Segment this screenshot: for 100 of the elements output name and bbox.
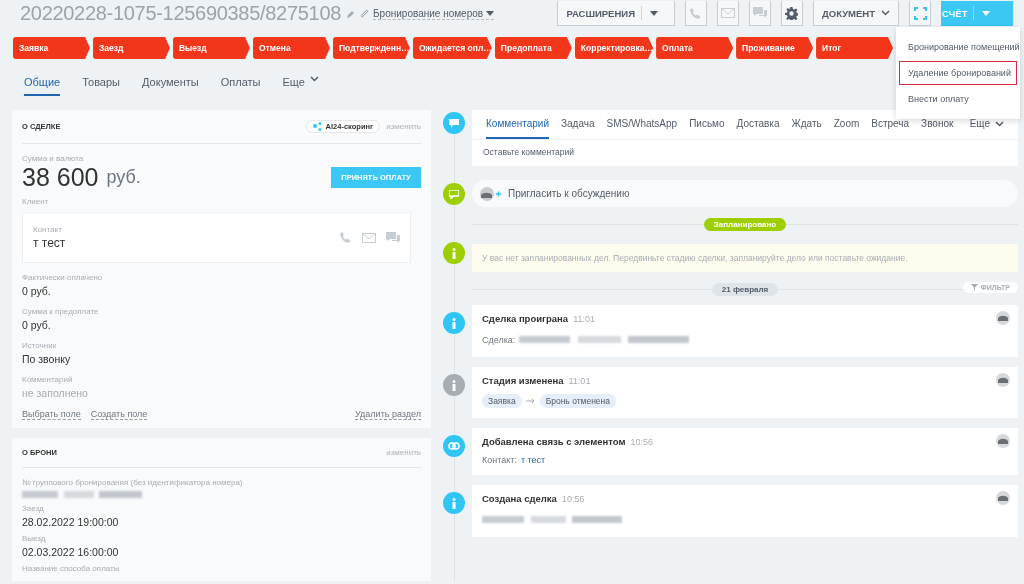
phone-icon [689,6,703,20]
field-value: 02.03.2022 16:00:00 [22,546,120,558]
chevron-icon [995,120,1004,127]
mail-icon [362,232,376,243]
menu-item[interactable]: Удаление бронирований [899,61,1017,85]
field-link[interactable]: Выбрать поле [22,409,81,420]
activity-tab[interactable]: Ждать [791,110,822,139]
activity-tab[interactable]: SMS/WhatsApp [606,110,678,139]
menu-item[interactable]: Бронирование помещений [899,35,1017,59]
arrow-icon [525,398,536,404]
delete-section-link[interactable]: Удалить раздел [355,409,421,420]
event-time: 11:01 [573,314,595,324]
activity-tab[interactable]: Zoom [833,110,860,139]
field-value: По звонку [22,353,72,365]
info-icon [443,242,465,264]
event-time: 10:56 [561,494,585,504]
contact-name[interactable]: т тест [33,236,66,250]
stage-step[interactable]: Итог [816,37,894,59]
stage-step[interactable]: Заезд [93,37,170,59]
menu-item[interactable]: Внести оплату [899,87,1017,111]
chevron-icon [309,76,319,82]
activity-tab[interactable]: Встреча [871,110,910,139]
comment-icon [443,112,465,134]
link-icon[interactable] [361,9,370,18]
field-value: не заполнено [22,387,89,399]
event-title: Сделка проиграна [482,313,569,324]
scan-icon [913,6,927,20]
chat-icon [386,231,400,244]
scheduled-badge: Запланировано [703,218,787,231]
stage-step[interactable]: Подтвержденн… [332,37,410,59]
activity-tab[interactable]: Задача [561,110,595,139]
tab[interactable]: Общие [24,73,61,96]
field-label: Сумма и валюта [22,154,85,163]
stage-tag: Заявка [482,394,522,408]
activity-tab[interactable]: Еще [969,110,1004,139]
field-value: 0 руб. [22,319,52,331]
event-time: 10:56 [630,437,653,447]
chevron-icon [881,10,890,16]
stage-step[interactable]: Корректировка… [574,37,654,59]
pencil-icon[interactable] [347,9,356,18]
activity-tab[interactable]: Письмо [689,110,725,139]
caret-icon [982,10,991,16]
field-value: 28.02.2022 19:00:00 [22,516,120,528]
contact-link[interactable]: т тест [520,455,546,465]
filter-icon [970,284,978,291]
field-label: Сумма к предоплате [22,307,100,316]
invite-button[interactable]: Пригласить к обсуждению [472,180,1018,207]
field-label: Комментарий [22,375,74,384]
date-badge: 21 февраля [711,283,779,296]
caret-icon [650,10,658,16]
amount-value: 38 600 [22,163,99,192]
currency-label: руб. [106,167,141,188]
event-time: 11:01 [568,376,591,386]
field-link[interactable]: Создать поле [90,409,148,420]
chat-icon [753,7,767,19]
chat-button[interactable] [749,1,771,26]
event-title: Добавлена связь с элементом [482,436,626,447]
phone-icon [339,231,352,244]
document-button[interactable]: ДОКУМЕНТ [813,1,899,26]
tab[interactable]: Документы [142,73,199,96]
category-selector[interactable]: Бронирование номеров [373,7,495,20]
stage-step[interactable]: Оплата [656,37,734,59]
stage-step[interactable]: Проживание [736,37,814,59]
stage-step[interactable]: Выезд [172,37,250,59]
stage-step[interactable]: Предоплата [494,37,572,59]
avatar-icon [996,311,1010,325]
event-title: Стадия изменена [482,375,564,386]
avatar-icon [996,491,1010,505]
settings-icon [785,6,799,20]
event-label: Сделка: [482,334,516,345]
email-button[interactable] [717,1,739,26]
field-label: Заезд [22,504,45,513]
activity-tab[interactable]: Доставка [736,110,780,139]
notice-text: У вас нет запланированных дел. Передвиньте стадию сделки, запланируйте дело или поставьте ожидание. [472,244,1018,272]
field-label: Клиент [22,197,50,206]
tab[interactable]: Еще [282,73,319,96]
scan-button[interactable] [909,1,931,26]
stage-tag: Бронь отменена [539,394,616,408]
tab[interactable]: Оплаты [220,73,261,96]
field-label: Контакт [33,225,63,234]
extensions-button[interactable]: РАСШИРЕНИЯ [557,1,675,26]
discussion-icon [443,183,465,205]
caret-icon [486,10,495,16]
comment-field[interactable]: Оставьте комментарий [472,140,1018,166]
event-label: Контакт: [482,455,517,465]
field-label: Источник [22,341,58,350]
stage-step[interactable]: Ожидается опл… [412,37,492,59]
event-title: Создана сделка [482,493,557,504]
settings-button[interactable] [781,1,803,26]
call-button[interactable] [685,1,707,26]
field-label: № группового бронирования (без идентификатора номера) [22,478,244,487]
tab[interactable]: Товары [82,73,120,96]
add-user-icon [480,186,502,201]
avatar-icon [996,373,1010,387]
mail-icon [721,8,735,18]
stage-step[interactable]: Заявка [13,37,90,59]
field-label: Выезд [22,534,47,543]
stage-step[interactable]: Отмена [252,37,330,59]
deal-title: 20220228-1075-125690385/8275108 [20,2,342,25]
avatar-icon [996,434,1010,448]
